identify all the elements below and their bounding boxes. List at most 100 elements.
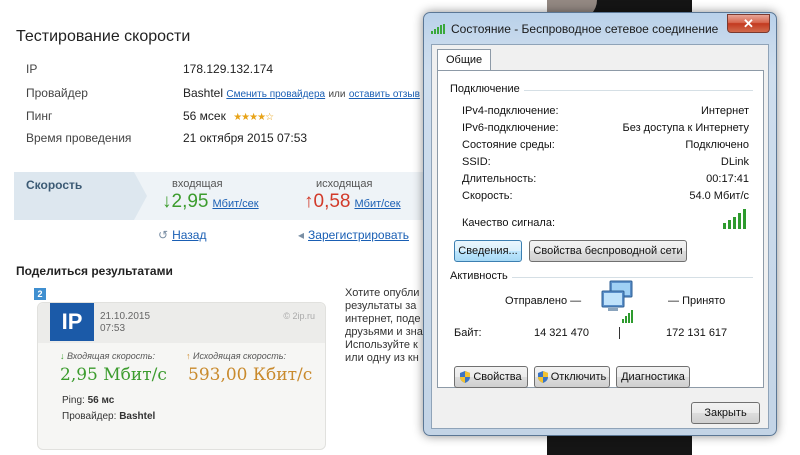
speed-band: Скорость входящая ↓2,95 Мбит/сек исходяща… (14, 172, 424, 220)
properties-button-label: Свойства (473, 371, 522, 383)
ipv4-value: Интернет (701, 105, 749, 117)
received-label: — Принято (668, 295, 726, 307)
card-ping-label: Ping: (62, 395, 85, 406)
share-text-line: интернет, поде (345, 313, 421, 325)
upload-value-row: ↑0,58 Мбит/сек (304, 191, 401, 213)
upload-unit-link[interactable]: Мбит/сек (354, 198, 400, 210)
tab-general[interactable]: Общие (437, 49, 492, 71)
download-arrow-icon: ↓ (162, 191, 172, 212)
provider-value-group: Bashtel Сменить провайдера или оставить … (183, 86, 420, 100)
page-title: Тестирование скорости (16, 28, 191, 45)
signal-quality-key: Качество сигнала: (462, 217, 556, 229)
bytes-sent-value: 14 321 470 (534, 327, 590, 339)
card-download-label-text: Входящая скорость: (67, 351, 155, 361)
share-text-line: Используйте к (345, 339, 418, 351)
download-unit-link[interactable]: Мбит/сек (212, 198, 258, 210)
card-number-badge: 2 (34, 288, 46, 300)
card-download-label: ↓ Входящая скорость: (60, 351, 155, 361)
card-provider-value: Bashtel (119, 411, 156, 422)
activity-divider (619, 327, 620, 339)
download-value-row: ↓2,95 Мбит/сек (162, 191, 259, 213)
card-ping: Ping: 56 мс (62, 395, 114, 406)
media-state-value: Подключено (685, 139, 749, 151)
ipv6-key: IPv6-подключение: (462, 122, 559, 134)
change-provider-link[interactable]: Сменить провайдера (226, 89, 325, 100)
back-icon: ↺ (158, 228, 169, 242)
speed-value: 54.0 Мбит/с (689, 190, 749, 202)
share-text-line: результаты за (345, 300, 417, 312)
card-date: 21.10.2015 07:53 (100, 311, 150, 335)
connection-group-title: Подключение (450, 83, 524, 95)
sent-label: Отправлено — (505, 295, 582, 307)
wireless-status-dialog: Состояние - Беспроводное сетевое соедине… (423, 12, 777, 436)
provider-label: Провайдер (26, 86, 88, 100)
close-button[interactable]: Закрыть (691, 402, 760, 424)
ssid-value: DLink (720, 156, 749, 168)
ping-value-group: 56 мсек ★★★★☆ (183, 109, 274, 123)
disable-button[interactable]: Отключить (534, 366, 610, 388)
ssid-key: SSID: (462, 156, 491, 168)
activity-group-title: Активность (450, 270, 512, 282)
leave-review-link[interactable]: оставить отзыв (349, 89, 420, 100)
upload-value: 0,58 (313, 191, 351, 212)
uac-shield-icon (537, 371, 548, 384)
tab-panel-general: Подключение IPv4-подключение: Интернет I… (437, 70, 764, 388)
row-speed: Скорость: 54.0 Мбит/с (462, 190, 749, 204)
received-label-text: Принято (682, 295, 726, 307)
ipv6-value: Без доступа к Интернету (622, 122, 749, 134)
upload-title: исходящая (316, 178, 373, 190)
card-provider: Провайдер: Bashtel (62, 411, 155, 422)
result-card[interactable]: IP 21.10.2015 07:53 © 2ip.ru ↓ Входящая … (37, 302, 326, 450)
details-button[interactable]: Сведения... (454, 240, 522, 262)
card-provider-label: Провайдер: (62, 411, 117, 422)
ping-label: Пинг (26, 109, 53, 123)
share-title: Поделиться результатами (16, 264, 173, 278)
ip-label: IP (26, 62, 38, 76)
download-title: входящая (172, 178, 223, 190)
network-computers-icon (601, 280, 633, 323)
dialog-client-area: Общие Подключение IPv4-подключение: Инте… (431, 44, 769, 429)
card-upload-value: 593,00 Кбит/с (188, 365, 313, 385)
ip-logo: IP (50, 303, 94, 341)
signal-strength-icon (723, 209, 746, 229)
card-upload-label: ↑ Исходящая скорость: (186, 351, 286, 361)
ipv4-key: IPv4-подключение: (462, 105, 559, 117)
card-date-value: 21.10.2015 (100, 311, 151, 322)
title-close-button[interactable]: ✕ (727, 14, 770, 33)
rating-stars-icon: ★★★★☆ (233, 112, 274, 123)
diagnostics-button[interactable]: Диагностика (616, 366, 690, 388)
row-signal-quality: Качество сигнала: (462, 217, 749, 231)
wireless-properties-button[interactable]: Свойства беспроводной сети (529, 240, 687, 262)
download-block: входящая ↓2,95 Мбит/сек (162, 178, 259, 213)
bytes-label: Байт: (454, 327, 482, 339)
card-ping-value: 56 мс (87, 395, 115, 406)
row-media-state: Состояние среды: Подключено (462, 139, 749, 153)
register-icon: ◂ (298, 228, 305, 242)
disable-button-label: Отключить (550, 371, 607, 383)
card-upload-label-text: Исходящая скорость: (193, 351, 287, 361)
back-link[interactable]: ↺ Назад (158, 228, 206, 242)
register-link-label: Зарегистрировать (308, 228, 409, 242)
ip-value: 178.129.132.174 (183, 62, 274, 76)
up-arrow-icon: ↑ (186, 351, 191, 361)
dialog-title: Состояние - Беспроводное сетевое соедине… (451, 22, 719, 36)
share-text-line: или одну из кн (345, 352, 419, 364)
upload-block: исходящая ↑0,58 Мбит/сек (304, 178, 401, 213)
row-ipv6: IPv6-подключение: Без доступа к Интернет… (462, 122, 749, 136)
speed-label: Скорость (26, 178, 83, 192)
download-value: 2,95 (171, 191, 209, 212)
time-label: Время проведения (26, 131, 132, 145)
row-ipv4: IPv4-подключение: Интернет (462, 105, 749, 119)
signal-bars-icon (431, 24, 445, 34)
share-text-line: Хотите опубли (345, 287, 420, 299)
uac-shield-icon (460, 371, 471, 384)
share-text-line: друзьями и зна (345, 326, 423, 338)
duration-value: 00:17:41 (706, 173, 749, 185)
row-duration: Длительность: 00:17:41 (462, 173, 749, 187)
time-value: 21 октября 2015 07:53 (183, 131, 308, 145)
properties-button[interactable]: Свойства (454, 366, 528, 388)
provider-value: Bashtel (183, 86, 224, 100)
ping-value: 56 мсек (183, 109, 226, 123)
or-text: или (328, 89, 346, 100)
register-link[interactable]: ◂ Зарегистрировать (298, 228, 409, 242)
